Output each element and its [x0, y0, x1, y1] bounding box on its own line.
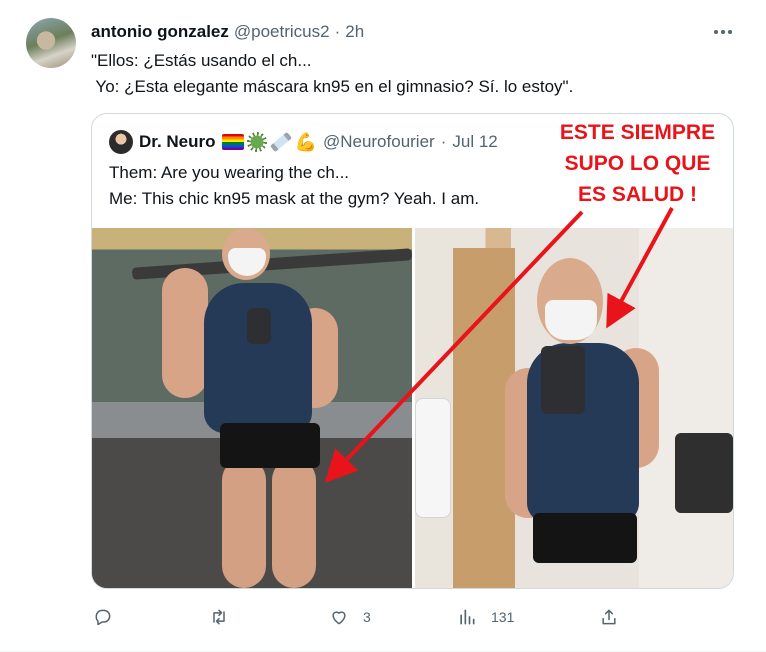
analytics-icon	[460, 609, 475, 625]
like-count: 3	[363, 609, 371, 625]
reply-icon	[95, 609, 111, 626]
more-options-icon[interactable]	[710, 22, 736, 42]
quoted-media[interactable]	[92, 228, 733, 588]
separator: ·	[334, 22, 341, 41]
annotation-line: ESTE SIEMPRE	[559, 121, 716, 144]
leg	[272, 458, 316, 588]
author-avatar[interactable]	[26, 18, 76, 68]
retweet-icon	[213, 609, 225, 625]
mask	[545, 300, 597, 340]
chair	[675, 433, 733, 513]
tweet-text: "Ellos: ¿Estás usando el ch... Yo: ¿Esta…	[91, 51, 574, 96]
annotation-line: ES SALUD !	[577, 183, 697, 206]
heart-icon	[332, 611, 346, 625]
shorts	[220, 423, 320, 468]
phone	[541, 346, 585, 414]
arm	[162, 268, 208, 398]
reply-button[interactable]	[93, 603, 127, 631]
quoted-author-handle[interactable]: @Neurofourier	[323, 132, 435, 152]
flexed-biceps-icon: 💪	[294, 131, 317, 152]
red-annotation: ESTE SIEMPRE SUPO LO QUE ES SALUD !	[540, 117, 735, 210]
syringe-icon	[269, 131, 292, 153]
dispenser	[415, 398, 451, 518]
quoted-author-name[interactable]: Dr. Neuro	[139, 132, 216, 152]
share-button[interactable]	[599, 603, 619, 631]
annotation-line: SUPO LO QUE	[564, 152, 711, 175]
author-name[interactable]: antonio gonzalez	[91, 22, 229, 42]
tweet-header: antonio gonzalez @poetricus2 · 2h	[91, 22, 364, 42]
tank-top	[204, 283, 312, 433]
quoted-tweet-time[interactable]: Jul 12	[452, 132, 497, 152]
rainbow-flag-icon	[221, 134, 244, 150]
views-button[interactable]: 131	[457, 603, 514, 631]
quoted-author-avatar[interactable]	[109, 130, 133, 154]
gym-photo-left[interactable]	[92, 228, 412, 588]
author-handle[interactable]: @poetricus2	[234, 22, 330, 42]
quoted-tweet-text: Them: Are you wearing the ch... Me: This…	[109, 163, 480, 208]
leg	[222, 458, 266, 588]
quoted-tweet-header: Dr. Neuro 💪 @Neurofourier · Jul 12	[109, 130, 498, 154]
tweet-time[interactable]: 2h	[345, 22, 364, 42]
phone	[247, 308, 271, 344]
selfie-photo-right[interactable]	[415, 228, 733, 588]
share-icon	[602, 609, 616, 625]
tweet-actions: 3 131	[91, 603, 731, 631]
separator: ·	[440, 132, 447, 151]
tweet[interactable]: antonio gonzalez @poetricus2 · 2h "Ellos…	[0, 0, 766, 652]
like-button[interactable]: 3	[329, 603, 371, 631]
views-count: 131	[491, 609, 515, 625]
name-emojis: 💪	[221, 131, 317, 153]
shorts	[533, 513, 637, 563]
microbe-icon	[246, 132, 267, 152]
retweet-button[interactable]	[209, 603, 243, 631]
